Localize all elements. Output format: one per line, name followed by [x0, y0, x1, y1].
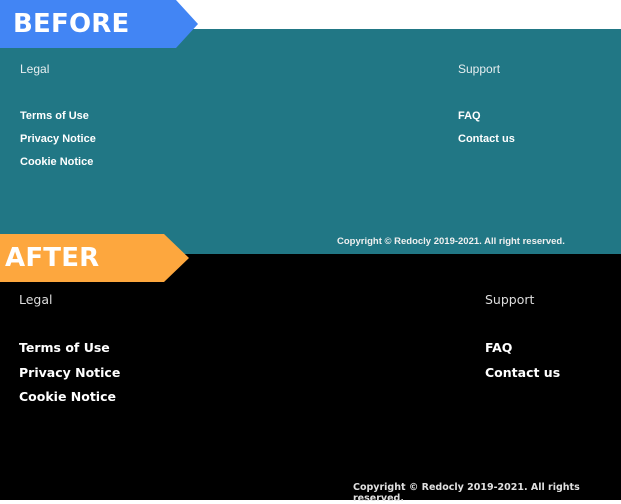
- terms-of-use-link[interactable]: Terms of Use: [20, 105, 96, 128]
- before-footer: Legal Terms of Use Privacy Notice Cookie…: [0, 29, 621, 254]
- legal-heading: Legal: [20, 62, 50, 76]
- cookie-notice-link[interactable]: Cookie Notice: [19, 385, 120, 410]
- faq-link[interactable]: FAQ: [485, 336, 560, 361]
- after-footer: Legal Terms of Use Privacy Notice Cookie…: [0, 254, 621, 504]
- privacy-notice-link[interactable]: Privacy Notice: [20, 128, 96, 151]
- contact-us-link[interactable]: Contact us: [485, 361, 560, 386]
- support-column: Support FAQ Contact us: [458, 62, 515, 151]
- after-label-banner: AFTER: [0, 234, 189, 282]
- copyright-text: Copyright © Redocly 2019-2021. All right…: [337, 236, 565, 247]
- copyright-text: Copyright © Redocly 2019-2021. All right…: [353, 482, 580, 504]
- legal-links: Terms of Use Privacy Notice Cookie Notic…: [20, 105, 96, 174]
- terms-of-use-link[interactable]: Terms of Use: [19, 336, 120, 361]
- support-heading: Support: [485, 292, 535, 307]
- contact-us-link[interactable]: Contact us: [458, 128, 515, 151]
- before-label-banner: BEFORE: [0, 0, 198, 48]
- cookie-notice-link[interactable]: Cookie Notice: [20, 151, 96, 174]
- privacy-notice-link[interactable]: Privacy Notice: [19, 361, 120, 386]
- legal-column: Legal Terms of Use Privacy Notice Cookie…: [19, 292, 120, 410]
- legal-column: Legal Terms of Use Privacy Notice Cookie…: [20, 62, 96, 174]
- legal-links: Terms of Use Privacy Notice Cookie Notic…: [19, 336, 120, 410]
- support-links: FAQ Contact us: [458, 105, 515, 151]
- support-links: FAQ Contact us: [485, 336, 560, 385]
- legal-heading: Legal: [19, 292, 53, 307]
- support-column: Support FAQ Contact us: [485, 292, 560, 385]
- support-heading: Support: [458, 62, 501, 76]
- faq-link[interactable]: FAQ: [458, 105, 515, 128]
